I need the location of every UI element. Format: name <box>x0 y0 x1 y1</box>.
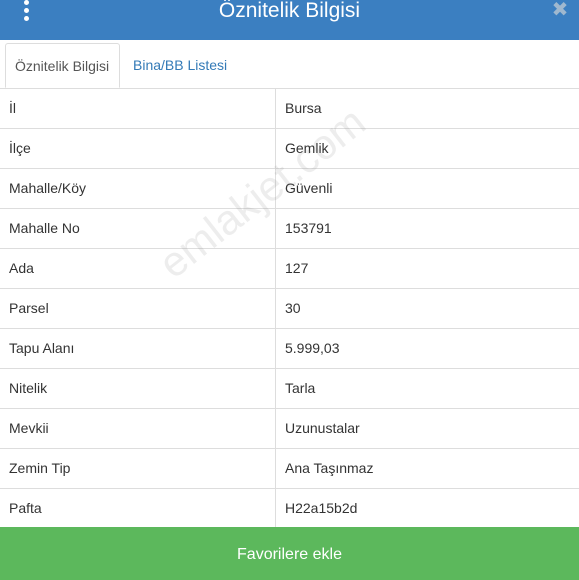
column-divider <box>275 169 276 208</box>
row-value: Güvenli <box>285 180 333 196</box>
table-row: Pafta H22a15b2d <box>0 488 579 528</box>
column-divider <box>275 409 276 448</box>
table-row: Mevkii Uzunustalar <box>0 408 579 448</box>
row-key: Pafta <box>9 500 42 516</box>
row-value: Ana Taşınmaz <box>285 460 374 476</box>
header-bar: Öznitelik Bilgisi ✖ <box>0 0 579 40</box>
row-key: Parsel <box>9 300 49 316</box>
row-value: Uzunustalar <box>285 420 360 436</box>
row-key: Mevkii <box>9 420 49 436</box>
page-title: Öznitelik Bilgisi <box>218 0 361 22</box>
table-row: İl Bursa <box>0 89 579 128</box>
row-value: Tarla <box>285 380 316 396</box>
row-key: İlçe <box>9 140 31 156</box>
attribute-table: İl Bursa İlçe Gemlik Mahalle/Köy Güvenli… <box>0 89 579 528</box>
add-to-favorites-button[interactable]: Favorilere ekle <box>0 527 579 580</box>
row-value: Bursa <box>285 100 322 116</box>
row-value: H22a15b2d <box>285 500 358 516</box>
close-icon[interactable]: ✖ <box>549 0 571 20</box>
table-row: Parsel 30 <box>0 288 579 328</box>
tab-bar: Öznitelik Bilgisi Bina/BB Listesi <box>0 40 579 89</box>
attribute-info-dialog: Öznitelik Bilgisi ✖ Öznitelik Bilgisi Bi… <box>0 0 579 580</box>
table-row: Nitelik Tarla <box>0 368 579 408</box>
table-row: İlçe Gemlik <box>0 128 579 168</box>
column-divider <box>275 449 276 488</box>
row-value: 5.999,03 <box>285 340 340 356</box>
row-value: Gemlik <box>285 140 329 156</box>
column-divider <box>275 129 276 168</box>
column-divider <box>275 329 276 368</box>
row-key: Mahalle/Köy <box>9 180 87 196</box>
table-row: Mahalle No 153791 <box>0 208 579 248</box>
row-key: Nitelik <box>9 380 48 396</box>
table-row: Zemin Tip Ana Taşınmaz <box>0 448 579 488</box>
table-row: Ada 127 <box>0 248 579 288</box>
tab-attribute-info[interactable]: Öznitelik Bilgisi <box>5 43 120 88</box>
row-key: Mahalle No <box>9 220 80 236</box>
tab-building-list[interactable]: Bina/BB Listesi <box>124 43 236 88</box>
row-value: 153791 <box>285 220 332 236</box>
row-key: Ada <box>9 260 34 276</box>
row-value: 127 <box>285 260 309 276</box>
row-key: Zemin Tip <box>9 460 71 476</box>
table-row: Tapu Alanı 5.999,03 <box>0 328 579 368</box>
row-key: Tapu Alanı <box>9 340 75 356</box>
table-row: Mahalle/Köy Güvenli <box>0 168 579 208</box>
column-divider <box>275 289 276 328</box>
column-divider <box>275 489 276 528</box>
column-divider <box>275 369 276 408</box>
row-key: İl <box>9 100 16 116</box>
column-divider <box>275 209 276 248</box>
row-value: 30 <box>285 300 301 316</box>
column-divider <box>275 89 276 128</box>
column-divider <box>275 249 276 288</box>
